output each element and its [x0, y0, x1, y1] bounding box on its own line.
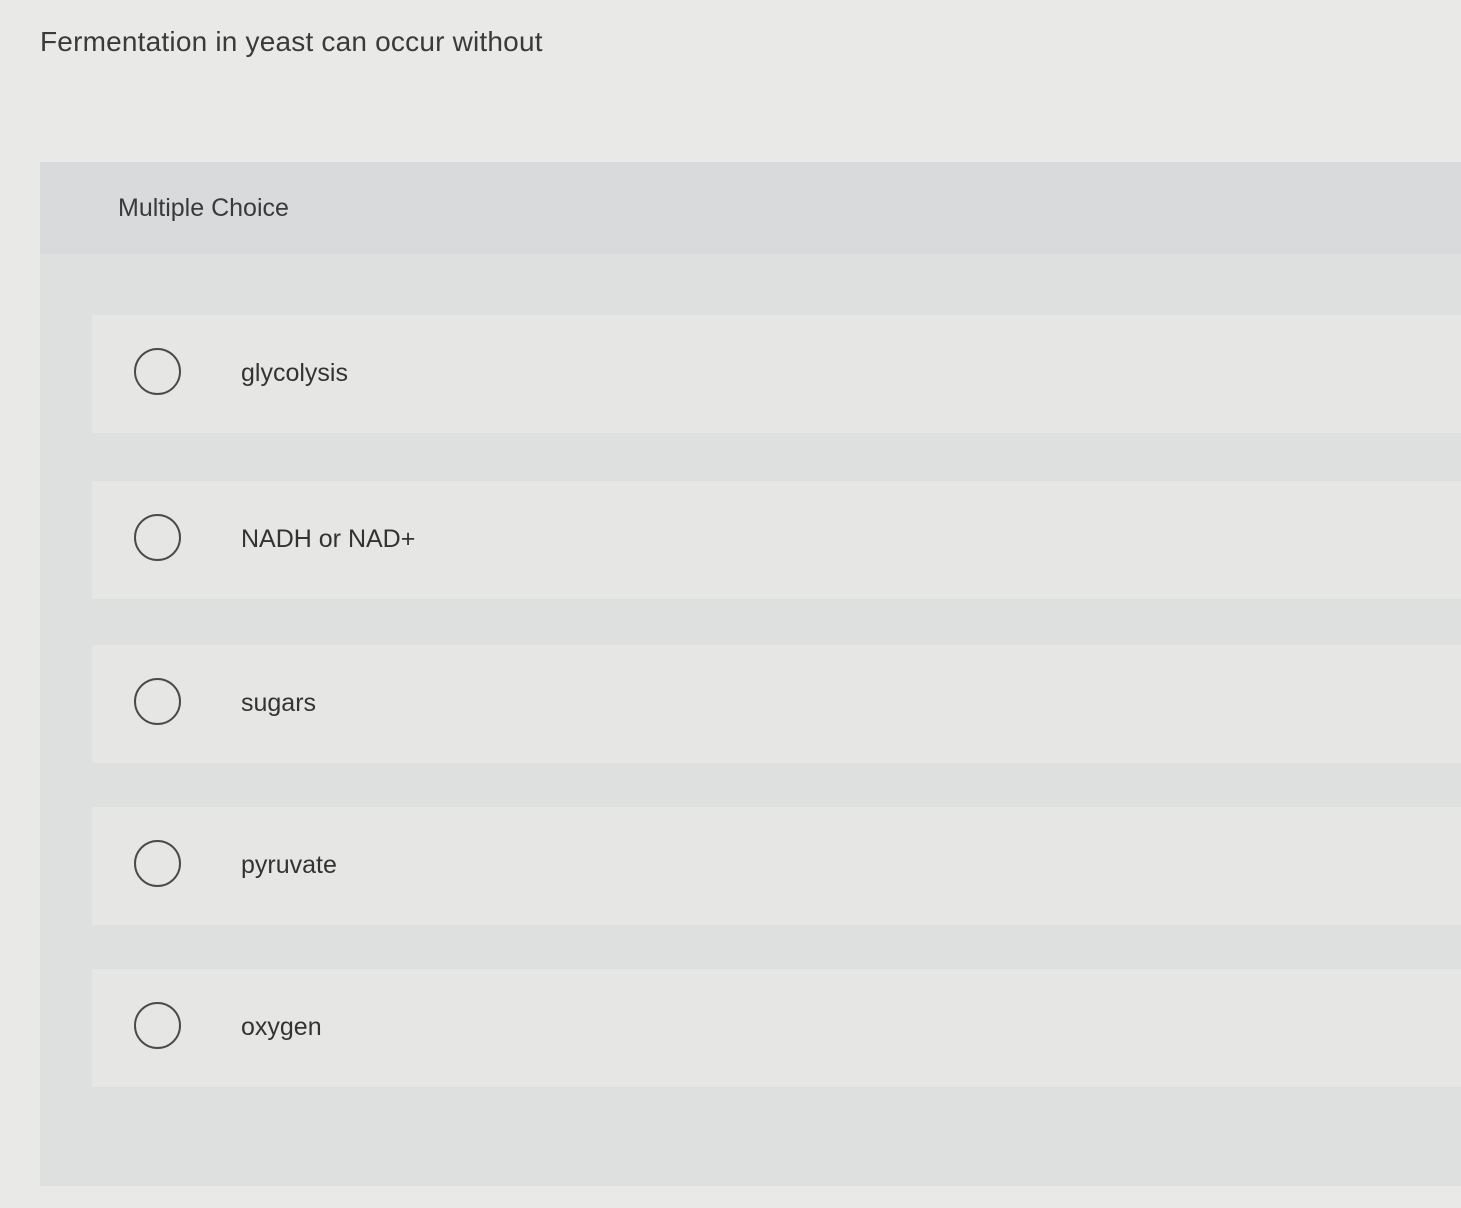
answer-option[interactable]: NADH or NAD+ — [92, 481, 1461, 599]
answer-option-label: sugars — [241, 689, 317, 717]
multiple-choice-panel: Multiple Choice glycolysis NADH or NAD+ … — [40, 162, 1461, 1186]
answer-option-label: glycolysis — [241, 359, 348, 387]
question-type-label: Multiple Choice — [118, 194, 289, 222]
answer-option-label: NADH or NAD+ — [241, 525, 416, 553]
panel-header: Multiple Choice — [40, 162, 1461, 254]
radio-button-icon[interactable] — [134, 1002, 181, 1049]
answer-option-label: oxygen — [241, 1013, 322, 1041]
question-text: Fermentation in yeast can occur without — [40, 26, 543, 57]
answer-option[interactable]: glycolysis — [92, 315, 1461, 433]
radio-button-icon[interactable] — [134, 348, 181, 395]
radio-button-icon[interactable] — [134, 840, 181, 887]
answer-option[interactable]: oxygen — [92, 969, 1461, 1087]
answer-option[interactable]: pyruvate — [92, 807, 1461, 925]
radio-button-icon[interactable] — [134, 678, 181, 725]
answer-option-label: pyruvate — [241, 851, 337, 879]
radio-button-icon[interactable] — [134, 514, 181, 561]
answer-option[interactable]: sugars — [92, 645, 1461, 763]
